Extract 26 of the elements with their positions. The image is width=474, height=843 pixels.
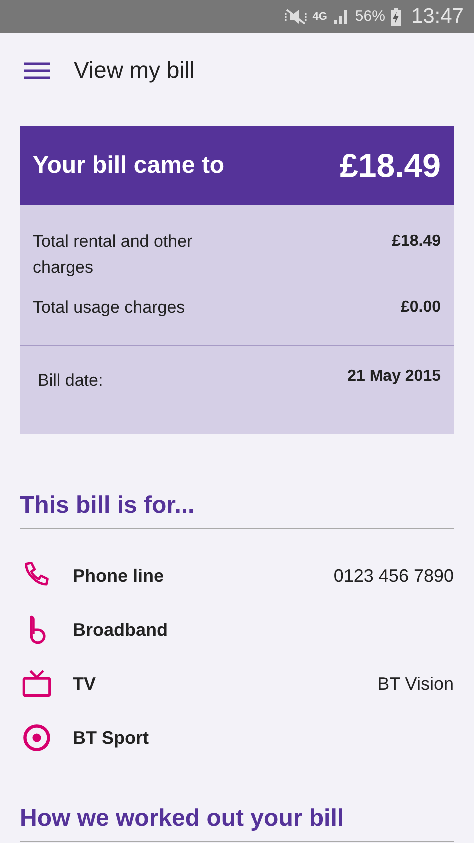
signal-icon [333, 8, 350, 24]
battery-icon [391, 8, 402, 26]
charge-label: Total rental and other charges [33, 231, 194, 279]
service-name: Broadband [73, 620, 170, 640]
mute-icon [284, 8, 307, 24]
network-label: 4G [312, 10, 328, 22]
section-heading: How we worked out your bill [20, 805, 454, 842]
service-name: Phone line [73, 566, 166, 586]
bill-date: 21 May 2015 [348, 367, 441, 387]
section-heading: This bill is for... [20, 492, 454, 529]
bill-date-label: Bill date: [38, 370, 104, 392]
tv-icon [22, 669, 52, 699]
page-title: View my bill [74, 57, 195, 84]
charge-label: Total usage charges [33, 297, 186, 319]
service-detail: 0123 456 7890 [334, 566, 454, 586]
service-name: TV [73, 674, 98, 694]
clock: 13:47 [411, 4, 464, 28]
battery-label: 56% [355, 8, 386, 25]
menu-icon [24, 62, 50, 80]
charge-amount: £18.49 [392, 232, 441, 252]
service-name: BT Sport [73, 728, 150, 748]
bill-total-label: Your bill came to [33, 152, 225, 180]
charge-amount: £0.00 [400, 298, 441, 318]
bill-total-amount: £18.49 [340, 146, 441, 184]
service-detail: BT Vision [378, 674, 454, 694]
menu-button[interactable] [24, 62, 50, 80]
